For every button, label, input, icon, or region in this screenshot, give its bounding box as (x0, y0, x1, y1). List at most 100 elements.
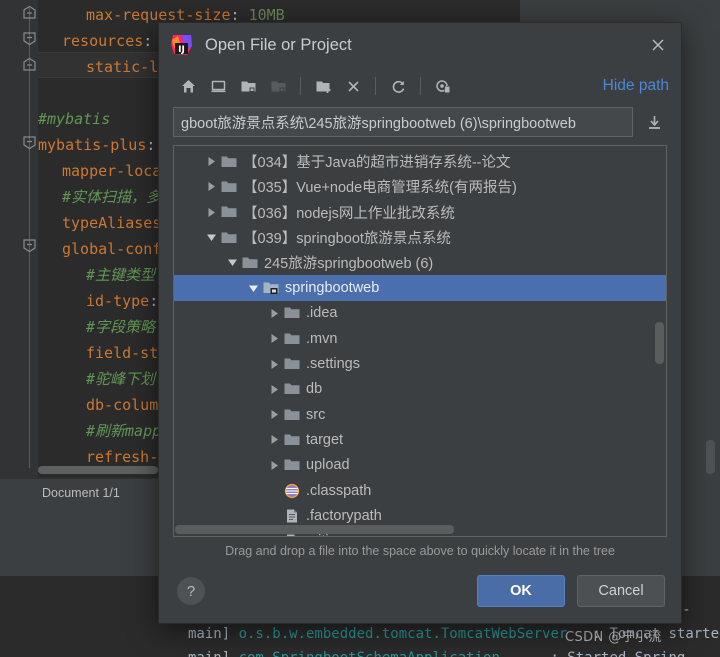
folder-icon (220, 153, 238, 171)
chevron-right-icon[interactable] (266, 381, 283, 398)
tree-item[interactable]: target (174, 427, 666, 452)
desktop-icon[interactable] (203, 72, 233, 100)
close-icon[interactable] (643, 30, 673, 60)
code-token: #字段策略 (86, 318, 156, 336)
code-line: field-str (86, 340, 167, 366)
path-row (159, 105, 681, 145)
folder-icon (283, 330, 301, 348)
ide-right-scrollbar[interactable] (706, 440, 715, 474)
code-token: #驼峰下划 (86, 370, 156, 388)
console-token: main] (188, 650, 239, 657)
tree-item[interactable]: 245旅游springbootweb (6) (174, 250, 666, 275)
code-token: db-column (86, 396, 168, 414)
tree-item[interactable]: 【039】springboot旅游景点系统 (174, 225, 666, 250)
classpath-icon (283, 482, 301, 500)
tree-item-label: .factorypath (306, 507, 382, 524)
code-token: #实体扫描，多 (62, 188, 162, 206)
tree-item-label: upload (306, 457, 350, 474)
tree-item[interactable]: 【035】Vue+node电商管理系统(有两报告) (174, 174, 666, 199)
dialog-button-row: ? OK Cancel (159, 565, 681, 623)
chevron-right-icon[interactable] (266, 457, 283, 474)
code-token: #mybatis (38, 110, 111, 128)
svg-text:IJ: IJ (178, 45, 185, 55)
code-line: #刷新mapp (86, 418, 161, 444)
tree-item[interactable]: .classpath (174, 478, 666, 503)
chevron-down-icon[interactable] (224, 254, 241, 271)
project-folder-icon[interactable] (233, 72, 263, 100)
fold-marker-icon[interactable] (22, 238, 37, 253)
code-line: id-type: (86, 288, 158, 314)
chevron-right-icon[interactable] (203, 204, 220, 221)
code-token: id-type (86, 292, 150, 310)
home-icon[interactable] (173, 72, 203, 100)
folder-icon (241, 254, 259, 272)
toolbar-separator (300, 77, 301, 95)
code-token: #刷新mapp (86, 422, 162, 440)
download-icon[interactable] (639, 108, 669, 136)
fold-marker-icon[interactable] (22, 5, 37, 20)
new-folder-icon[interactable] (308, 72, 338, 100)
scrollbar-thumb[interactable] (38, 466, 158, 474)
tree-item[interactable]: springbootweb (174, 275, 666, 301)
code-line: #驼峰下划 (86, 366, 155, 392)
fold-marker-icon[interactable] (22, 31, 37, 46)
ok-button[interactable]: OK (477, 575, 565, 607)
file-tree-panel[interactable]: 【034】基于Java的超市进销存系统--论文 【035】Vue+node电商管理… (173, 145, 667, 537)
tree-item[interactable]: .idea (174, 301, 666, 326)
help-button[interactable]: ? (177, 577, 205, 605)
chevron-right-icon[interactable] (266, 406, 283, 423)
tree-horizontal-scrollbar[interactable] (175, 525, 454, 534)
hide-path-link[interactable]: Hide path (603, 77, 669, 95)
module-icon (262, 279, 280, 297)
tree-item-label: src (306, 406, 326, 423)
chevron-right-icon[interactable] (266, 305, 283, 322)
code-token: : (146, 136, 156, 154)
fold-marker-icon[interactable] (22, 135, 37, 150)
chevron-right-icon[interactable] (203, 153, 220, 170)
tree-item-label: springbootweb (285, 280, 380, 297)
tree-item-label: .mvn (306, 330, 338, 347)
tree-item[interactable]: upload (174, 453, 666, 478)
file-tree[interactable]: 【034】基于Java的超市进销存系统--论文 【035】Vue+node电商管理… (174, 149, 666, 536)
code-token: #主键类型 (86, 266, 156, 284)
chevron-down-icon[interactable] (245, 280, 262, 297)
folder-icon (283, 304, 301, 322)
tree-vertical-scrollbar[interactable] (655, 322, 664, 364)
tree-item[interactable]: src (174, 402, 666, 427)
tree-item[interactable]: .mvn (174, 326, 666, 351)
tree-item-label: 【034】基于Java的超市进销存系统--论文 (243, 155, 511, 172)
tree-item-label: 【036】nodejs网上作业批改系统 (243, 205, 455, 222)
tree-item-label: db (306, 381, 323, 398)
cancel-button[interactable]: Cancel (577, 575, 665, 607)
chevron-right-icon[interactable] (266, 356, 283, 373)
tree-item[interactable]: 【036】nodejs网上作业批改系统 (174, 200, 666, 225)
tree-item-label: 【035】Vue+node电商管理系统(有两报告) (243, 180, 517, 197)
folder-icon (283, 456, 301, 474)
path-input[interactable] (173, 107, 633, 137)
chevron-right-icon[interactable] (266, 431, 283, 448)
dialog-toolbar: Hide path (159, 67, 681, 105)
code-line: #实体扫描，多 (62, 184, 161, 210)
document-position-label: Document 1/1 (42, 485, 120, 500)
tree-item[interactable]: 【034】基于Java的超市进销存系统--论文 (174, 149, 666, 174)
tree-item-label: 【039】springboot旅游景点系统 (243, 231, 451, 248)
refresh-icon[interactable] (383, 72, 413, 100)
code-line: db-column (86, 392, 167, 418)
tree-item[interactable]: .settings (174, 351, 666, 376)
chevron-down-icon[interactable] (203, 229, 220, 246)
code-token: mybatis-plus (38, 136, 147, 154)
code-line: #字段策略 (86, 314, 155, 340)
folder-icon (220, 178, 238, 196)
folder-icon (283, 355, 301, 373)
chevron-right-icon[interactable] (266, 330, 283, 347)
console-token: com.SpringbootSchemaApplication (239, 650, 500, 657)
console-token: main] (188, 626, 239, 642)
delete-icon[interactable] (338, 72, 368, 100)
fold-marker-icon[interactable] (22, 57, 37, 72)
show-hidden-files-icon[interactable] (428, 72, 458, 100)
code-line: #mybatis (38, 106, 110, 132)
tree-item[interactable]: db (174, 377, 666, 402)
tree-item-label: .idea (306, 305, 338, 322)
chevron-right-icon[interactable] (203, 178, 220, 195)
